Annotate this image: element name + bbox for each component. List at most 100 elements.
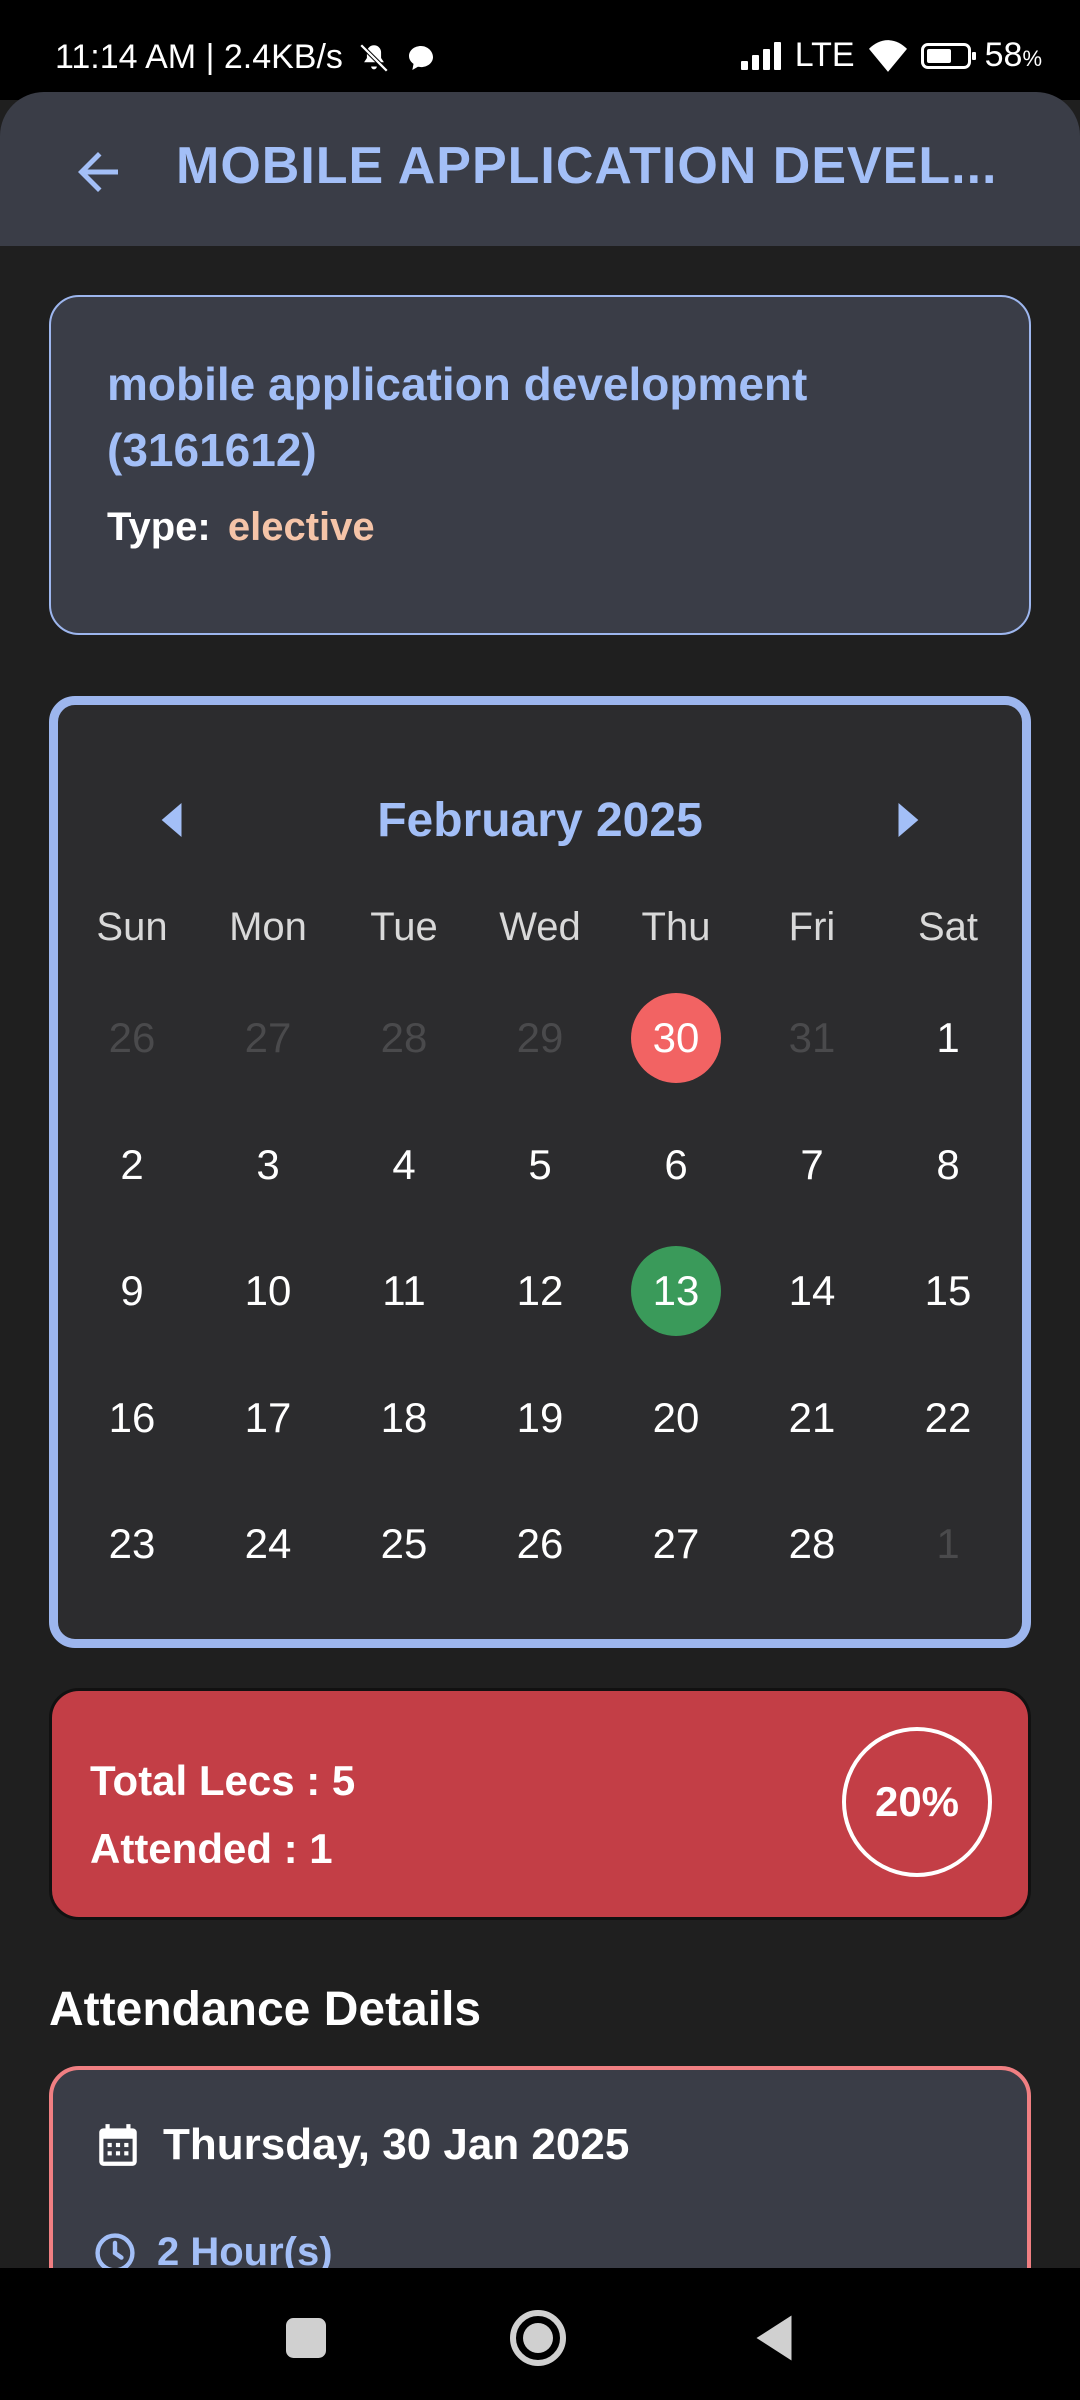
day-number: 19 (516, 1393, 564, 1441)
weekday-thu: Thu (641, 905, 711, 949)
calendar-day-normal[interactable]: 3 (200, 1102, 336, 1229)
day-number: 23 (108, 1520, 156, 1568)
weekday-sat: Sat (917, 905, 979, 949)
day-number: 29 (516, 1014, 564, 1062)
section-title: Attendance Details (49, 1983, 482, 2036)
calendar-day-muted[interactable]: 27 (200, 975, 336, 1102)
day-number: 4 (392, 1140, 416, 1188)
day-number: 16 (108, 1393, 156, 1441)
calendar-day-normal[interactable]: 16 (64, 1355, 200, 1482)
day-number: 14 (788, 1267, 836, 1315)
day-number: 17 (244, 1393, 292, 1441)
day-number: 25 (380, 1520, 428, 1568)
calendar-day-muted[interactable]: 31 (744, 975, 880, 1102)
calendar-day-normal[interactable]: 25 (336, 1481, 472, 1608)
calendar-day-normal[interactable]: 15 (880, 1228, 1016, 1355)
summary-text: Total Lecs : 5 Attended : 1 (90, 1747, 355, 1883)
day-number: 20 (652, 1393, 700, 1441)
weekday-sun: Sun (96, 905, 168, 949)
calendar-day-muted[interactable]: 1 (880, 1481, 1016, 1608)
day-number: 1 (936, 1014, 960, 1062)
calendar-day-normal[interactable]: 27 (608, 1481, 744, 1608)
calendar-day-muted[interactable]: 26 (64, 975, 200, 1102)
day-number: 3 (256, 1140, 280, 1188)
calendar-day-normal[interactable]: 5 (472, 1102, 608, 1229)
day-number: 5 (528, 1140, 552, 1188)
calendar-day-normal[interactable]: 26 (472, 1481, 608, 1608)
back-nav-icon[interactable] (744, 2308, 804, 2368)
status-left: 11:14 AM | 2.4KB/s (55, 38, 437, 77)
calendar: February 2025 Sun Mon Tue Wed Thu Fri Sa… (49, 696, 1031, 1648)
chat-icon (408, 45, 433, 70)
chevron-right-icon[interactable] (892, 803, 922, 837)
calendar-day-normal[interactable]: 21 (744, 1355, 880, 1482)
weekday-tue: Tue (370, 905, 438, 949)
day-number: 13 (631, 1246, 721, 1337)
weekday-header: Sun Mon Tue Wed Thu Fri Sat (64, 905, 1016, 950)
mute-icon (359, 43, 389, 72)
calendar-day-normal[interactable]: 9 (64, 1228, 200, 1355)
subject-card: mobile application development (3161612)… (49, 295, 1031, 635)
calendar-day-normal[interactable]: 1 (880, 975, 1016, 1102)
day-number: 10 (244, 1267, 292, 1315)
day-number: 31 (788, 1014, 836, 1062)
weekday-fri: Fri (788, 905, 836, 949)
day-number: 18 (380, 1393, 428, 1441)
entry-date: Thursday, 30 Jan 2025 (163, 2120, 630, 2169)
calendar-day-normal[interactable]: 17 (200, 1355, 336, 1482)
day-number: 24 (244, 1520, 292, 1568)
status-time-speed: 11:14 AM | 2.4KB/s (55, 38, 343, 76)
day-number: 8 (936, 1140, 960, 1188)
calendar-icon (99, 2124, 137, 2166)
calendar-month: February 2025 (377, 794, 703, 847)
calendar-day-normal[interactable]: 24 (200, 1481, 336, 1608)
day-number: 11 (382, 1267, 426, 1315)
calendar-day-normal[interactable]: 28 (744, 1481, 880, 1608)
calendar-days: 26 27 28 29 30 31 1 2 3 4 5 6 7 8 9 10 11 12 13 14 15 16 17 18 1… (64, 975, 1016, 1608)
status-bar: 11:14 AM | 2.4KB/s LTE 58% (0, 0, 1080, 100)
calendar-day-normal[interactable]: 8 (880, 1102, 1016, 1229)
day-number: 26 (516, 1520, 564, 1568)
entry-date-row: Thursday, 30 Jan 2025 (93, 2120, 629, 2170)
attendance-summary: Total Lecs : 5 Attended : 1 20% (49, 1688, 1031, 1920)
subject-name: mobile application development (3161612) (107, 358, 808, 476)
calendar-day-muted[interactable]: 29 (472, 975, 608, 1102)
network-type: LTE (794, 36, 855, 74)
signal-icon (740, 41, 781, 70)
calendar-day-normal[interactable]: 2 (64, 1102, 200, 1229)
calendar-day-normal[interactable]: 7 (744, 1102, 880, 1229)
calendar-day-absent[interactable]: 30 (608, 975, 744, 1102)
weekday-wed: Wed (499, 905, 581, 949)
day-number: 26 (108, 1014, 156, 1062)
calendar-day-normal[interactable]: 22 (880, 1355, 1016, 1482)
day-number: 9 (120, 1267, 144, 1315)
calendar-day-muted[interactable]: 28 (336, 975, 472, 1102)
calendar-day-normal[interactable]: 20 (608, 1355, 744, 1482)
recents-icon[interactable] (276, 2308, 336, 2368)
calendar-day-normal[interactable]: 14 (744, 1228, 880, 1355)
calendar-day-normal[interactable]: 23 (64, 1481, 200, 1608)
calendar-day-normal[interactable]: 11 (336, 1228, 472, 1355)
calendar-day-normal[interactable]: 4 (336, 1102, 472, 1229)
calendar-day-normal[interactable]: 10 (200, 1228, 336, 1355)
day-number: 7 (800, 1140, 824, 1188)
subject-type: Type: elective (107, 505, 973, 550)
day-number: 28 (788, 1520, 836, 1568)
calendar-day-normal[interactable]: 18 (336, 1355, 472, 1482)
day-number: 28 (380, 1014, 428, 1062)
calendar-day-present[interactable]: 13 (608, 1228, 744, 1355)
day-number: 1 (936, 1520, 960, 1568)
home-icon[interactable] (508, 2308, 568, 2368)
calendar-day-normal[interactable]: 6 (608, 1102, 744, 1229)
day-number: 30 (631, 993, 721, 1084)
day-number: 21 (788, 1393, 836, 1441)
day-number: 6 (664, 1140, 688, 1188)
day-number: 2 (120, 1140, 144, 1188)
calendar-day-normal[interactable]: 19 (472, 1355, 608, 1482)
calendar-header: February 2025 (58, 785, 1022, 855)
total-lectures: Total Lecs : 5 (90, 1757, 356, 1804)
calendar-day-normal[interactable]: 12 (472, 1228, 608, 1355)
day-number: 27 (244, 1014, 292, 1062)
day-number: 27 (652, 1520, 700, 1568)
back-arrow-icon[interactable] (68, 142, 128, 202)
